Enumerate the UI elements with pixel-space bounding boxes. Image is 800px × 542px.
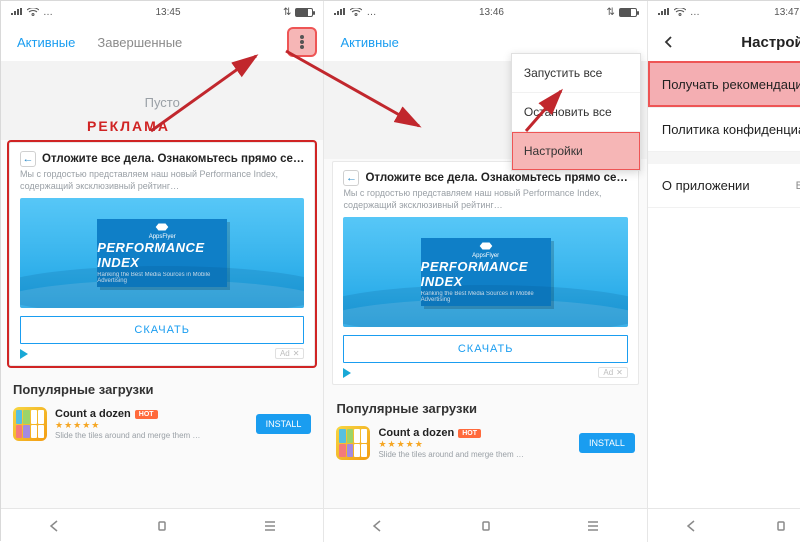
signal-icon bbox=[334, 8, 346, 16]
play-icon[interactable] bbox=[20, 349, 28, 359]
back-button[interactable] bbox=[656, 35, 682, 49]
page-title: Настройки bbox=[688, 34, 800, 51]
menu-settings[interactable]: Настройки bbox=[512, 131, 640, 170]
menu-start-all[interactable]: Запустить все bbox=[512, 54, 640, 92]
app-icon bbox=[336, 426, 370, 460]
nav-back-button[interactable] bbox=[35, 519, 75, 533]
tab-active[interactable]: Активные bbox=[9, 29, 83, 56]
nav-back-button[interactable] bbox=[358, 519, 398, 533]
ad-banner[interactable]: AppsFlyer PERFORMANCE INDEX Ranking the … bbox=[343, 217, 627, 327]
nav-bar bbox=[1, 508, 323, 542]
app-row[interactable]: Count a dozenHOT ★★★★★ Slide the tiles a… bbox=[324, 422, 646, 468]
download-button[interactable]: СКАЧАТЬ bbox=[20, 316, 304, 344]
rating-stars: ★★★★★ bbox=[378, 439, 571, 450]
nav-recent-button[interactable] bbox=[573, 519, 613, 533]
status-time: 13:46 bbox=[479, 7, 504, 18]
ad-subtitle: Мы с гордостью представляем наш новый Pe… bbox=[20, 169, 304, 192]
app-row[interactable]: Count a dozenHOT ★★★★★ Slide the tiles a… bbox=[1, 403, 323, 449]
nav-back-button[interactable] bbox=[672, 519, 712, 533]
status-bar: … 13:47 ⇅ bbox=[648, 1, 800, 23]
battery-icon bbox=[295, 8, 313, 17]
more-vertical-icon bbox=[300, 35, 304, 49]
status-time: 13:45 bbox=[156, 7, 181, 18]
chevron-left-icon bbox=[662, 35, 676, 49]
ad-subtitle: Мы с гордостью представляем наш новый Pe… bbox=[343, 188, 627, 211]
banner-headline: PERFORMANCE INDEX bbox=[97, 240, 227, 270]
empty-label: Пусто bbox=[1, 61, 323, 118]
section-title: Популярные загрузки bbox=[1, 372, 323, 403]
battery-icon bbox=[619, 8, 637, 17]
download-button[interactable]: СКАЧАТЬ bbox=[343, 335, 627, 363]
back-arrow-icon: ← bbox=[343, 170, 359, 186]
app-description: Slide the tiles around and merge them … bbox=[378, 450, 571, 459]
signal-icon bbox=[11, 8, 23, 16]
menu-stop-all[interactable]: Остановить все bbox=[512, 92, 640, 131]
phone-screen-3: … 13:47 ⇅ Настройки Получать рекомендаци… bbox=[648, 1, 800, 542]
status-time: 13:47 bbox=[774, 7, 799, 18]
signal-icon bbox=[658, 8, 670, 16]
banner-headline: PERFORMANCE INDEX bbox=[421, 259, 551, 289]
nav-bar bbox=[648, 508, 800, 542]
rating-stars: ★★★★★ bbox=[55, 420, 248, 431]
install-button[interactable]: INSTALL bbox=[579, 433, 635, 453]
dropdown-menu: Запустить все Остановить все Настройки bbox=[511, 53, 641, 171]
settings-header: Настройки bbox=[648, 23, 800, 61]
play-icon[interactable] bbox=[343, 368, 351, 378]
tab-completed[interactable]: Завершенные bbox=[89, 29, 190, 56]
ad-badge[interactable]: Ad✕ bbox=[598, 367, 628, 378]
ad-card[interactable]: ← Отложите все дела. Ознакомьтесь прямо … bbox=[9, 142, 315, 366]
hot-badge: HOT bbox=[135, 410, 158, 419]
nav-home-button[interactable] bbox=[466, 519, 506, 533]
tab-bar: Активные Запустить все Остановить все На… bbox=[324, 23, 646, 61]
hot-badge: HOT bbox=[458, 429, 481, 438]
phone-screen-2: … 13:46 ⇅ Активные Запустить все Останов… bbox=[324, 1, 647, 542]
ad-badge[interactable]: Ad✕ bbox=[275, 348, 305, 359]
more-button[interactable] bbox=[289, 29, 315, 55]
wifi-icon bbox=[27, 8, 39, 16]
nav-recent-button[interactable] bbox=[250, 519, 290, 533]
phone-screen-1: … 13:45 ⇅ Активные Завершенные Пусто РЕК… bbox=[1, 1, 324, 542]
nav-bar bbox=[324, 508, 646, 542]
install-button[interactable]: INSTALL bbox=[256, 414, 312, 434]
app-icon bbox=[13, 407, 47, 441]
back-arrow-icon: ← bbox=[20, 151, 36, 167]
row-about[interactable]: О приложении Версия 8.08.22.10 bbox=[648, 164, 800, 208]
wifi-icon bbox=[674, 8, 686, 16]
nav-home-button[interactable] bbox=[761, 519, 800, 533]
app-description: Slide the tiles around and merge them … bbox=[55, 431, 248, 440]
row-privacy[interactable]: Политика конфиденциальности bbox=[648, 108, 800, 152]
status-bar: … 13:45 ⇅ bbox=[1, 1, 323, 23]
row-recommendations[interactable]: Получать рекомендации bbox=[648, 61, 800, 108]
annotation-ad-label: РЕКЛАМА bbox=[1, 118, 323, 140]
section-title: Популярные загрузки bbox=[324, 391, 646, 422]
ad-card[interactable]: ← Отложите все дела. Ознакомьтесь прямо … bbox=[332, 161, 638, 385]
tab-active[interactable]: Активные bbox=[332, 29, 406, 56]
ad-title: Отложите все дела. Ознакомьтесь прямо се… bbox=[42, 153, 304, 165]
tab-bar: Активные Завершенные bbox=[1, 23, 323, 61]
ad-title: Отложите все дела. Ознакомьтесь прямо се… bbox=[365, 172, 627, 184]
nav-home-button[interactable] bbox=[142, 519, 182, 533]
wifi-icon bbox=[350, 8, 362, 16]
status-bar: … 13:46 ⇅ bbox=[324, 1, 646, 23]
ad-banner[interactable]: AppsFlyer PERFORMANCE INDEX Ranking the … bbox=[20, 198, 304, 308]
